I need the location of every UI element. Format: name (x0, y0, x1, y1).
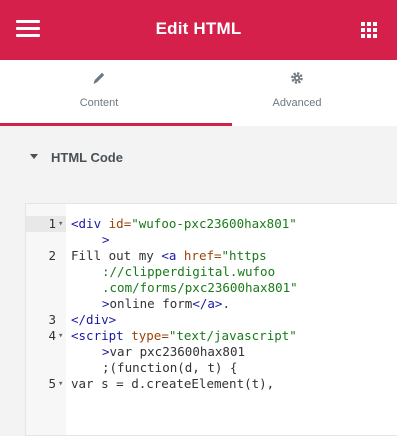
code-token: > (102, 232, 110, 247)
fold-arrow-icon[interactable]: ▾ (58, 328, 63, 344)
code-text: var s = d.createElement(t), (71, 376, 274, 392)
gear-icon (198, 70, 396, 88)
line-number: 4 (48, 328, 56, 343)
code-token: .com/forms/pxc23600hax801" (102, 280, 298, 295)
panel-title: Edit HTML (155, 19, 242, 38)
code-text: ;(function(d, t) { (102, 360, 237, 376)
code-line: >var pxc23600hax801 (26, 344, 397, 360)
tab-content[interactable]: Content (0, 60, 232, 126)
fold-arrow-icon[interactable]: ▾ (58, 376, 63, 392)
tab-content-label: Content (79, 97, 119, 109)
code-token: var pxc23600hax801 (109, 344, 245, 359)
code-token: type= (131, 328, 169, 343)
code-token: "text/javascript" (168, 328, 297, 343)
code-token: <script (71, 328, 132, 343)
code-text: <div id="wufoo-pxc23600hax801" (71, 216, 297, 232)
code-line: 5 ▾ var s = d.createElement(t), (26, 376, 397, 392)
code-token: online form (109, 296, 193, 311)
code-text: </div> (71, 312, 116, 328)
code-line: >online form</a>. (26, 296, 397, 312)
code-token: . (222, 296, 230, 311)
line-number: 2 (48, 248, 56, 263)
code-text: > (102, 232, 110, 248)
panel-header: Edit HTML (0, 0, 397, 60)
html-code-editor[interactable]: 1 ▾ <div id="wufoo-pxc23600hax801" >2 Fill o… (25, 203, 397, 436)
section-toggle-html-code[interactable]: HTML Code (0, 126, 397, 184)
code-token: ://clipperdigital.wufoo (102, 264, 276, 279)
line-number: 1 (48, 216, 56, 231)
code-text: Fill out my <a href="https (71, 248, 267, 264)
pencil-icon (0, 70, 198, 88)
line-number: 3 (48, 312, 56, 327)
code-line: 4 ▾ <script type="text/javascript" (26, 328, 397, 344)
code-token: href= (183, 248, 222, 263)
grid-apps-icon[interactable] (361, 22, 377, 38)
code-token: var s = d.createElement(t), (71, 376, 275, 391)
code-line: 1 ▾ <div id="wufoo-pxc23600hax801" (26, 216, 397, 232)
code-token: "wufoo-pxc23600hax801" (131, 216, 297, 231)
line-number: 5 (48, 376, 56, 391)
code-text: .com/forms/pxc23600hax801" (102, 280, 298, 296)
code-token: <div (71, 216, 109, 231)
panel-tabs: Content Advanced (0, 60, 397, 126)
section-label: HTML Code (51, 150, 123, 165)
code-token: <a (161, 248, 184, 263)
code-token: > (102, 344, 110, 359)
code-token: > (102, 296, 110, 311)
code-token: ;(function(d, t) { (102, 360, 238, 375)
code-text: ://clipperdigital.wufoo (102, 264, 275, 280)
code-line: ;(function(d, t) { (26, 360, 397, 376)
code-token: "https (221, 248, 267, 263)
code-token: </div> (71, 312, 117, 327)
code-line: > (26, 232, 397, 248)
code-text: >var pxc23600hax801 (102, 344, 245, 360)
caret-down-icon (30, 154, 38, 159)
tab-advanced[interactable]: Advanced (198, 60, 396, 126)
code-token: id= (108, 216, 132, 231)
code-text: <script type="text/javascript" (71, 328, 297, 344)
code-text: >online form</a>. (102, 296, 230, 312)
code-line: ://clipperdigital.wufoo (26, 264, 397, 280)
code-token: </a> (192, 296, 223, 311)
fold-arrow-icon[interactable]: ▾ (58, 216, 63, 232)
code-line: 2 Fill out my <a href="https (26, 248, 397, 264)
code-line: 3 </div> (26, 312, 397, 328)
tab-advanced-label: Advanced (272, 97, 322, 109)
code-token: Fill out my (71, 248, 162, 263)
code-line: .com/forms/pxc23600hax801" (26, 280, 397, 296)
